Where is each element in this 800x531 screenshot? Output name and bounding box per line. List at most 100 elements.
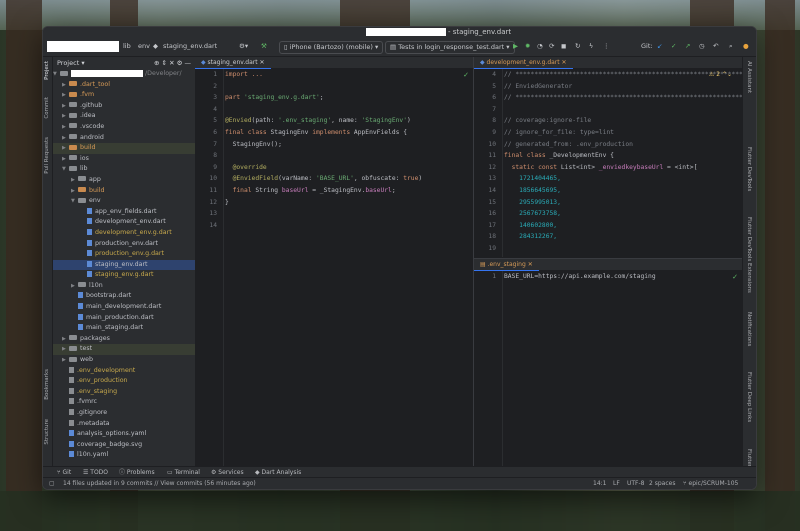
tree-folder[interactable]: ▶ build bbox=[53, 186, 195, 197]
tree-folder[interactable]: ▶ l10n bbox=[53, 281, 195, 292]
tree-file[interactable]: development_env.dart bbox=[53, 217, 195, 228]
collapse-icon[interactable]: ⇕ bbox=[162, 59, 167, 67]
history-icon[interactable]: ◷ bbox=[699, 41, 705, 52]
code-line[interactable]: 1856645695, bbox=[504, 185, 742, 197]
tree-folder[interactable]: ▼ env bbox=[53, 196, 195, 207]
run-config-selector[interactable]: ▤ Tests in login_response_test.dart ▾ bbox=[385, 41, 515, 54]
tab-staging-env[interactable]: ◆ staging_env.dart ✕ bbox=[195, 57, 271, 69]
notifications-tool-button[interactable]: Notifications bbox=[746, 312, 752, 346]
inspection-ok-icon[interactable]: ✓ bbox=[732, 273, 738, 281]
run-icon[interactable]: ▶ bbox=[513, 41, 518, 52]
tree-folder[interactable]: ▶ .idea bbox=[53, 111, 195, 122]
caret-position[interactable]: 14:1 bbox=[593, 478, 606, 489]
breadcrumb-env[interactable]: env bbox=[138, 41, 150, 52]
code-line[interactable]: final String baseUrl = _StagingEnv.baseU… bbox=[225, 185, 473, 197]
pull-requests-tool-button[interactable]: Pull Requests bbox=[44, 137, 50, 174]
code-line[interactable]: part 'staging_env.g.dart'; bbox=[225, 92, 473, 104]
git-update-icon[interactable]: ↙ bbox=[657, 41, 662, 52]
code-line[interactable] bbox=[225, 208, 473, 220]
code-line[interactable]: @EnviedField(varName: 'BASE_URL', obfusc… bbox=[225, 173, 473, 185]
file-encoding[interactable]: UTF-8 bbox=[627, 478, 645, 489]
indent-setting[interactable]: 2 spaces bbox=[649, 478, 675, 489]
breadcrumb-lib[interactable]: lib bbox=[123, 41, 131, 52]
stop-icon[interactable]: ◼ bbox=[561, 41, 566, 52]
tree-folder[interactable]: ▶ web bbox=[53, 355, 195, 366]
project-view-selector[interactable]: Project ▾ bbox=[57, 59, 85, 67]
code-line[interactable]: 2567673758, bbox=[504, 208, 742, 220]
tab-development-env-g[interactable]: ◆ development_env.g.dart ✕ bbox=[474, 57, 573, 69]
flutter-devtools-extensions-tool-button[interactable]: Flutter DevTools Extensions bbox=[746, 217, 752, 293]
code-area[interactable]: // *************************************… bbox=[504, 69, 742, 257]
more-run-icon[interactable]: ⟳ bbox=[549, 41, 554, 52]
locate-icon[interactable]: ⊕ bbox=[154, 59, 159, 67]
code-line[interactable]: final class _DevelopmentEnv { bbox=[504, 150, 742, 162]
code-line[interactable]: @Envied(path: '.env_staging', name: 'Sta… bbox=[225, 115, 473, 127]
code-line[interactable]: // *************************************… bbox=[504, 69, 742, 81]
tree-folder[interactable]: ▶ build bbox=[53, 143, 195, 154]
reload-icon[interactable]: ↻ bbox=[575, 41, 580, 52]
tree-file[interactable]: staging_env.g.dart bbox=[53, 270, 195, 281]
git-commit-icon[interactable]: ✓ bbox=[671, 41, 676, 52]
tree-file[interactable]: main_development.dart bbox=[53, 302, 195, 313]
bookmarks-tool-button[interactable]: Bookmarks bbox=[44, 369, 50, 400]
git-branch[interactable]: ⑂ epic/SCRUM-105 bbox=[683, 478, 738, 489]
tree-file[interactable]: staging_env.dart bbox=[53, 259, 195, 271]
tree-file[interactable]: .env_staging bbox=[53, 387, 195, 398]
code-line[interactable]: 2955995013, bbox=[504, 197, 742, 209]
code-line[interactable]: 284312267, bbox=[504, 231, 742, 243]
lightning-icon[interactable]: ϟ bbox=[589, 41, 593, 52]
code-line[interactable] bbox=[225, 220, 473, 232]
more-icon[interactable]: ⋮ bbox=[603, 41, 610, 52]
code-line[interactable]: 140602800, bbox=[504, 220, 742, 232]
tree-file[interactable]: production_env.dart bbox=[53, 239, 195, 250]
editor-staging-env[interactable]: ◆ staging_env.dart ✕ 1 2 3 4 5 6 7 8 9 10 11 12 13 14… bbox=[195, 57, 473, 467]
status-panel-icon[interactable]: ▢ bbox=[49, 478, 55, 489]
tree-folder[interactable]: ▶ ios bbox=[53, 154, 195, 165]
tree-folder[interactable]: ▶ .dart_tool bbox=[53, 80, 195, 91]
rollback-icon[interactable]: ↶ bbox=[713, 41, 718, 52]
close-tab-icon[interactable]: ✕ bbox=[260, 59, 265, 66]
tree-file[interactable]: l10n.yaml bbox=[53, 450, 195, 461]
tree-folder[interactable]: ▼ lib bbox=[53, 164, 195, 175]
settings-avatar-icon[interactable]: ● bbox=[743, 41, 749, 52]
flutter-device-icon[interactable]: ⚙▾ bbox=[239, 41, 248, 52]
status-message[interactable]: 14 files updated in 9 commits // View co… bbox=[63, 478, 256, 489]
project-tool-button[interactable]: Project bbox=[44, 61, 50, 80]
tree-folder[interactable]: ▶ .github bbox=[53, 101, 195, 112]
editor-development-env-g[interactable]: ◆ development_env.g.dart ✕ 4 5 6 7 8 9 10 11 12 1… bbox=[474, 57, 742, 257]
tree-file[interactable]: main_production.dart bbox=[53, 313, 195, 324]
tree-file[interactable]: .gitignore bbox=[53, 408, 195, 419]
code-line[interactable]: StagingEnv(); bbox=[225, 139, 473, 151]
close-tab-icon[interactable]: ✕ bbox=[528, 261, 533, 268]
ai-assistant-tool-button[interactable]: AI Assistant bbox=[746, 61, 752, 93]
debug-icon[interactable]: ✹ bbox=[525, 41, 530, 52]
search-icon[interactable]: ⌕ bbox=[729, 41, 733, 52]
code-line[interactable] bbox=[225, 81, 473, 93]
tree-file[interactable]: development_env.g.dart bbox=[53, 228, 195, 239]
code-area[interactable]: import ... part 'staging_env.g.dart'; @Env… bbox=[225, 69, 473, 467]
code-line[interactable]: import ... bbox=[225, 69, 473, 81]
code-area[interactable]: BASE_URL=https://api.example.com/staging bbox=[504, 271, 742, 467]
code-line[interactable]: } bbox=[225, 197, 473, 209]
project-root[interactable]: ▼ /Developer/ bbox=[53, 69, 195, 80]
device-selector[interactable]: ▯ iPhone (Bartozo) (mobile) ▾ bbox=[279, 41, 384, 54]
line-separator[interactable]: LF bbox=[613, 478, 620, 489]
code-line[interactable]: // *************************************… bbox=[504, 92, 742, 104]
tree-file[interactable]: .metadata bbox=[53, 419, 195, 430]
tree-file[interactable]: main_staging.dart bbox=[53, 323, 195, 334]
tab-env-staging[interactable]: ▤ .env_staging ✕ bbox=[474, 259, 539, 271]
tree-folder[interactable]: ▶ test bbox=[53, 344, 195, 356]
code-line[interactable]: final class StagingEnv implements AppEnv… bbox=[225, 127, 473, 139]
editor-env-staging[interactable]: ▤ .env_staging ✕ 1 BASE_URL=https://api.… bbox=[474, 259, 742, 467]
tree-folder[interactable]: ▶ .vscode bbox=[53, 122, 195, 133]
commit-tool-button[interactable]: Commit bbox=[44, 97, 50, 119]
code-line[interactable] bbox=[504, 243, 742, 255]
close-tab-icon[interactable]: ✕ bbox=[562, 59, 567, 66]
flutter-devtools-tool-button[interactable]: Flutter DevTools bbox=[746, 147, 752, 191]
breadcrumb-file[interactable]: staging_env.dart bbox=[163, 41, 217, 52]
tree-file[interactable]: app_env_fields.dart bbox=[53, 207, 195, 218]
code-line[interactable]: // ignore_for_file: type=lint bbox=[504, 127, 742, 139]
tree-file[interactable]: analysis_options.yaml bbox=[53, 429, 195, 440]
structure-tool-button[interactable]: Structure bbox=[44, 419, 50, 445]
tree-file[interactable]: coverage_badge.svg bbox=[53, 440, 195, 451]
